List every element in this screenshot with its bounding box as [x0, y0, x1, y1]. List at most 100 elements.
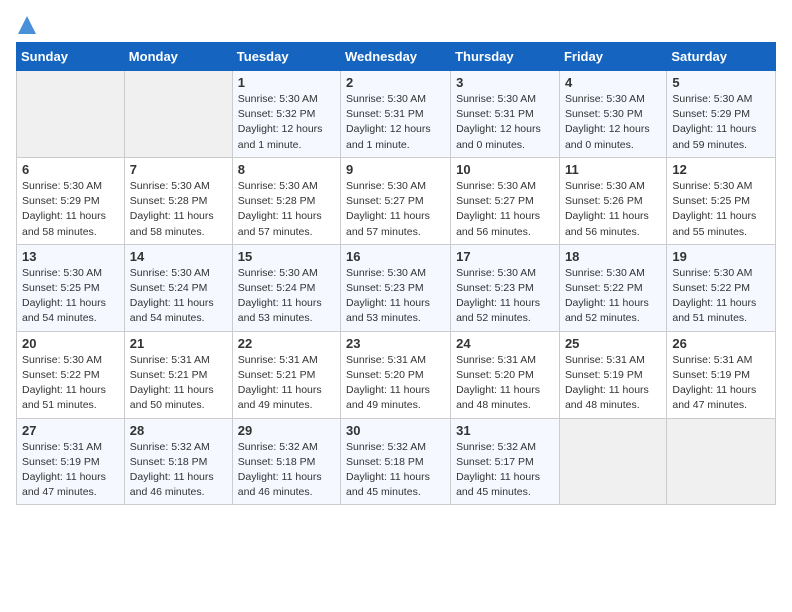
day-number: 20: [22, 336, 119, 351]
day-detail: Sunrise: 5:30 AM Sunset: 5:31 PM Dayligh…: [456, 92, 554, 153]
day-number: 31: [456, 423, 554, 438]
calendar-cell: 29 Sunrise: 5:32 AM Sunset: 5:18 PM Dayli…: [232, 418, 340, 505]
weekday-header-sunday: Sunday: [17, 43, 125, 71]
day-number: 1: [238, 75, 335, 90]
calendar-cell: [17, 71, 125, 158]
weekday-header-friday: Friday: [559, 43, 666, 71]
calendar-cell: 11Sunrise: 5:30 AM Sunset: 5:26 PM Dayli…: [559, 157, 666, 244]
day-number: 22: [238, 336, 335, 351]
day-number: 12: [672, 162, 770, 177]
day-number: 24: [456, 336, 554, 351]
day-detail: Sunrise: 5:32 AM Sunset: 5:18 PM Dayligh…: [346, 440, 445, 501]
calendar-cell: 8 Sunrise: 5:30 AM Sunset: 5:28 PM Daylig…: [232, 157, 340, 244]
day-detail: Sunrise: 5:30 AM Sunset: 5:24 PM Dayligh…: [130, 266, 227, 327]
day-detail: Sunrise: 5:30 AM Sunset: 5:30 PM Dayligh…: [565, 92, 661, 153]
calendar-cell: 26 Sunrise: 5:31 AM Sunset: 5:19 PM Dayli…: [667, 331, 776, 418]
page-header: [16, 16, 776, 34]
day-number: 30: [346, 423, 445, 438]
day-detail: Sunrise: 5:30 AM Sunset: 5:22 PM Dayligh…: [565, 266, 661, 327]
day-detail: Sunrise: 5:30 AM Sunset: 5:32 PM Dayligh…: [238, 92, 335, 153]
day-detail: Sunrise: 5:30 AM Sunset: 5:29 PM Dayligh…: [22, 179, 119, 240]
day-detail: Sunrise: 5:30 AM Sunset: 5:22 PM Dayligh…: [22, 353, 119, 414]
day-detail: Sunrise: 5:30 AM Sunset: 5:27 PM Dayligh…: [456, 179, 554, 240]
day-detail: Sunrise: 5:30 AM Sunset: 5:22 PM Dayligh…: [672, 266, 770, 327]
calendar-cell: 4 Sunrise: 5:30 AM Sunset: 5:30 PM Daylig…: [559, 71, 666, 158]
day-detail: Sunrise: 5:32 AM Sunset: 5:18 PM Dayligh…: [238, 440, 335, 501]
calendar-cell: 25 Sunrise: 5:31 AM Sunset: 5:19 PM Dayli…: [559, 331, 666, 418]
day-number: 8: [238, 162, 335, 177]
calendar-cell: 31 Sunrise: 5:32 AM Sunset: 5:17 PM Dayli…: [451, 418, 560, 505]
calendar-cell: 16 Sunrise: 5:30 AM Sunset: 5:23 PM Dayli…: [341, 244, 451, 331]
calendar-cell: 5 Sunrise: 5:30 AM Sunset: 5:29 PM Daylig…: [667, 71, 776, 158]
day-detail: Sunrise: 5:30 AM Sunset: 5:29 PM Dayligh…: [672, 92, 770, 153]
calendar-week-row: 20 Sunrise: 5:30 AM Sunset: 5:22 PM Dayli…: [17, 331, 776, 418]
day-number: 14: [130, 249, 227, 264]
weekday-header-thursday: Thursday: [451, 43, 560, 71]
day-number: 17: [456, 249, 554, 264]
calendar-cell: 17 Sunrise: 5:30 AM Sunset: 5:23 PM Dayli…: [451, 244, 560, 331]
day-number: 2: [346, 75, 445, 90]
calendar-cell: 7Sunrise: 5:30 AM Sunset: 5:28 PM Daylig…: [124, 157, 232, 244]
day-number: 18: [565, 249, 661, 264]
day-number: 27: [22, 423, 119, 438]
day-number: 28: [130, 423, 227, 438]
day-number: 29: [238, 423, 335, 438]
calendar-cell: 19 Sunrise: 5:30 AM Sunset: 5:22 PM Dayli…: [667, 244, 776, 331]
logo: [16, 16, 36, 34]
calendar-cell: 22 Sunrise: 5:31 AM Sunset: 5:21 PM Dayli…: [232, 331, 340, 418]
calendar-header-row: SundayMondayTuesdayWednesdayThursdayFrid…: [17, 43, 776, 71]
day-detail: Sunrise: 5:30 AM Sunset: 5:23 PM Dayligh…: [456, 266, 554, 327]
calendar-cell: 3 Sunrise: 5:30 AM Sunset: 5:31 PM Daylig…: [451, 71, 560, 158]
calendar-cell: 27Sunrise: 5:31 AM Sunset: 5:19 PM Dayli…: [17, 418, 125, 505]
day-detail: Sunrise: 5:31 AM Sunset: 5:21 PM Dayligh…: [238, 353, 335, 414]
day-detail: Sunrise: 5:32 AM Sunset: 5:18 PM Dayligh…: [130, 440, 227, 501]
day-detail: Sunrise: 5:30 AM Sunset: 5:28 PM Dayligh…: [238, 179, 335, 240]
day-detail: Sunrise: 5:30 AM Sunset: 5:25 PM Dayligh…: [22, 266, 119, 327]
day-number: 3: [456, 75, 554, 90]
calendar-cell: 30 Sunrise: 5:32 AM Sunset: 5:18 PM Dayli…: [341, 418, 451, 505]
day-detail: Sunrise: 5:31 AM Sunset: 5:21 PM Dayligh…: [130, 353, 227, 414]
logo-icon: [18, 16, 36, 34]
day-detail: Sunrise: 5:31 AM Sunset: 5:19 PM Dayligh…: [672, 353, 770, 414]
calendar-cell: 15 Sunrise: 5:30 AM Sunset: 5:24 PM Dayli…: [232, 244, 340, 331]
day-number: 9: [346, 162, 445, 177]
calendar-cell: 14 Sunrise: 5:30 AM Sunset: 5:24 PM Dayli…: [124, 244, 232, 331]
day-number: 6: [22, 162, 119, 177]
day-number: 5: [672, 75, 770, 90]
weekday-header-tuesday: Tuesday: [232, 43, 340, 71]
calendar-cell: [667, 418, 776, 505]
calendar-cell: 13 Sunrise: 5:30 AM Sunset: 5:25 PM Dayli…: [17, 244, 125, 331]
day-number: 7: [130, 162, 227, 177]
calendar-cell: 21Sunrise: 5:31 AM Sunset: 5:21 PM Dayli…: [124, 331, 232, 418]
calendar-week-row: 1 Sunrise: 5:30 AM Sunset: 5:32 PM Daylig…: [17, 71, 776, 158]
day-detail: Sunrise: 5:31 AM Sunset: 5:20 PM Dayligh…: [456, 353, 554, 414]
calendar-cell: 1 Sunrise: 5:30 AM Sunset: 5:32 PM Daylig…: [232, 71, 340, 158]
calendar-cell: 12 Sunrise: 5:30 AM Sunset: 5:25 PM Dayli…: [667, 157, 776, 244]
weekday-header-wednesday: Wednesday: [341, 43, 451, 71]
calendar-cell: 10Sunrise: 5:30 AM Sunset: 5:27 PM Dayli…: [451, 157, 560, 244]
calendar-table: SundayMondayTuesdayWednesdayThursdayFrid…: [16, 42, 776, 505]
calendar-cell: 9 Sunrise: 5:30 AM Sunset: 5:27 PM Daylig…: [341, 157, 451, 244]
day-detail: Sunrise: 5:30 AM Sunset: 5:27 PM Dayligh…: [346, 179, 445, 240]
day-number: 25: [565, 336, 661, 351]
day-detail: Sunrise: 5:30 AM Sunset: 5:23 PM Dayligh…: [346, 266, 445, 327]
calendar-cell: 23 Sunrise: 5:31 AM Sunset: 5:20 PM Dayli…: [341, 331, 451, 418]
day-detail: Sunrise: 5:30 AM Sunset: 5:25 PM Dayligh…: [672, 179, 770, 240]
calendar-cell: 24 Sunrise: 5:31 AM Sunset: 5:20 PM Dayli…: [451, 331, 560, 418]
day-number: 4: [565, 75, 661, 90]
weekday-header-saturday: Saturday: [667, 43, 776, 71]
day-detail: Sunrise: 5:31 AM Sunset: 5:19 PM Dayligh…: [565, 353, 661, 414]
day-number: 13: [22, 249, 119, 264]
calendar-cell: 18 Sunrise: 5:30 AM Sunset: 5:22 PM Dayli…: [559, 244, 666, 331]
day-number: 26: [672, 336, 770, 351]
day-number: 19: [672, 249, 770, 264]
day-detail: Sunrise: 5:30 AM Sunset: 5:24 PM Dayligh…: [238, 266, 335, 327]
day-number: 15: [238, 249, 335, 264]
day-detail: Sunrise: 5:32 AM Sunset: 5:17 PM Dayligh…: [456, 440, 554, 501]
calendar-cell: [559, 418, 666, 505]
day-number: 23: [346, 336, 445, 351]
calendar-cell: [124, 71, 232, 158]
day-detail: Sunrise: 5:31 AM Sunset: 5:20 PM Dayligh…: [346, 353, 445, 414]
calendar-cell: 6 Sunrise: 5:30 AM Sunset: 5:29 PM Daylig…: [17, 157, 125, 244]
day-number: 16: [346, 249, 445, 264]
